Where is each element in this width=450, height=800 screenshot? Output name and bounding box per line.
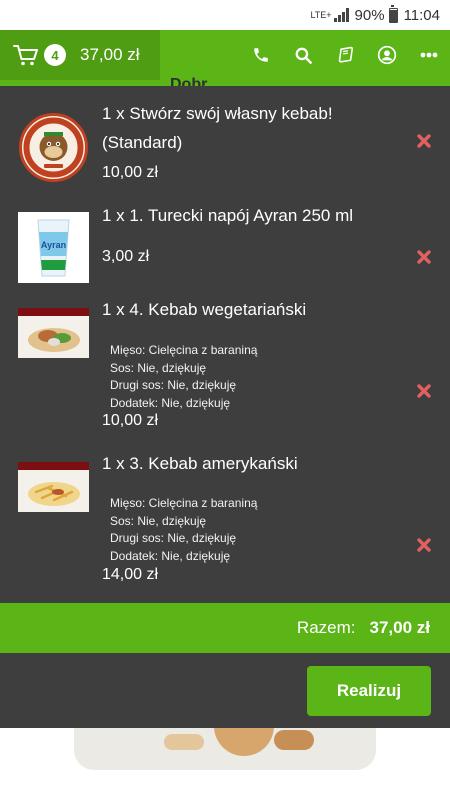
clock: 11:04 [403, 6, 440, 24]
remove-item-icon[interactable] [416, 249, 432, 265]
top-actions [240, 30, 450, 80]
search-icon [295, 47, 312, 64]
item-image [18, 308, 89, 358]
item-option: Dodatek: Nie, dziękuję [110, 395, 231, 410]
account-button[interactable] [366, 30, 408, 80]
item-options: Mięso: Cielęcina z baraniną Sos: Nie, dz… [110, 342, 257, 412]
remove-item-icon[interactable] [416, 537, 432, 553]
svg-text:Ayran: Ayran [41, 240, 66, 250]
fries-photo-icon [18, 462, 89, 512]
item-price: 3,00 zł [102, 248, 150, 265]
cart-total: 37,00 zł [80, 45, 140, 64]
remove-item-icon[interactable] [416, 133, 432, 149]
cart-total-bar: Razem: 37,00 zł [0, 603, 450, 653]
item-subtitle: (Standard) [102, 133, 183, 152]
background-food-image [74, 726, 376, 770]
phone-button[interactable] [240, 30, 282, 80]
menu-book-icon [338, 46, 353, 63]
kebab-photo-icon [18, 308, 89, 358]
status-bar: LTE+ 90% 11:04 [0, 0, 450, 30]
more-icon [420, 52, 438, 58]
item-title: 1 x Stwórz swój własny kebab! [102, 104, 333, 123]
checkout-button[interactable]: Realizuj [307, 666, 431, 716]
ayran-cup-icon: Ayran [18, 212, 89, 283]
item-options: Mięso: Cielęcina z baraniną Sos: Nie, dz… [110, 495, 257, 565]
item-option: Sos: Nie, dziękuję [110, 360, 207, 375]
signal-icon [333, 8, 349, 22]
item-title: 1 x 3. Kebab amerykański [102, 454, 298, 473]
battery-level: 90% [354, 6, 385, 24]
remove-item-icon[interactable] [416, 383, 432, 399]
top-bar: 4 37,00 zł [0, 30, 450, 80]
item-option: Mięso: Cielęcina z baraniną [110, 343, 258, 357]
total-label: Razem: [296, 618, 356, 637]
kebab-u-yogiego-logo-icon [19, 113, 88, 182]
item-option: Sos: Nie, dziękuję [110, 513, 207, 528]
network-type: LTE+ [310, 10, 332, 20]
item-price: 14,00 zł [102, 566, 159, 583]
item-title: 1 x 1. Turecki napój Ayran 250 ml [102, 206, 354, 225]
item-image [18, 462, 89, 512]
item-option: Drugi sos: Nie, dziękuję [110, 531, 237, 545]
total-value: 37,00 zł [369, 618, 431, 637]
more-button[interactable] [408, 30, 450, 80]
item-option: Mięso: Cielęcina z baraniną [110, 496, 258, 510]
battery-icon [388, 4, 398, 23]
item-option: Dodatek: Nie, dziękuję [110, 548, 231, 563]
phone-icon [254, 48, 268, 62]
cart-count-badge: 4 [44, 44, 66, 66]
search-button[interactable] [282, 30, 324, 80]
item-price: 10,00 zł [102, 412, 159, 429]
menu-book-button[interactable] [324, 30, 366, 80]
item-price: 10,00 zł [102, 164, 159, 181]
item-option: Drugi sos: Nie, dziękuję [110, 378, 237, 392]
item-title: 1 x 4. Kebab wegetariański [102, 300, 307, 319]
cart-button[interactable]: 4 37,00 zł [0, 30, 160, 80]
item-image [18, 112, 89, 183]
item-image: Ayran [18, 212, 89, 283]
cart-icon [13, 45, 38, 66]
account-icon [377, 45, 397, 65]
